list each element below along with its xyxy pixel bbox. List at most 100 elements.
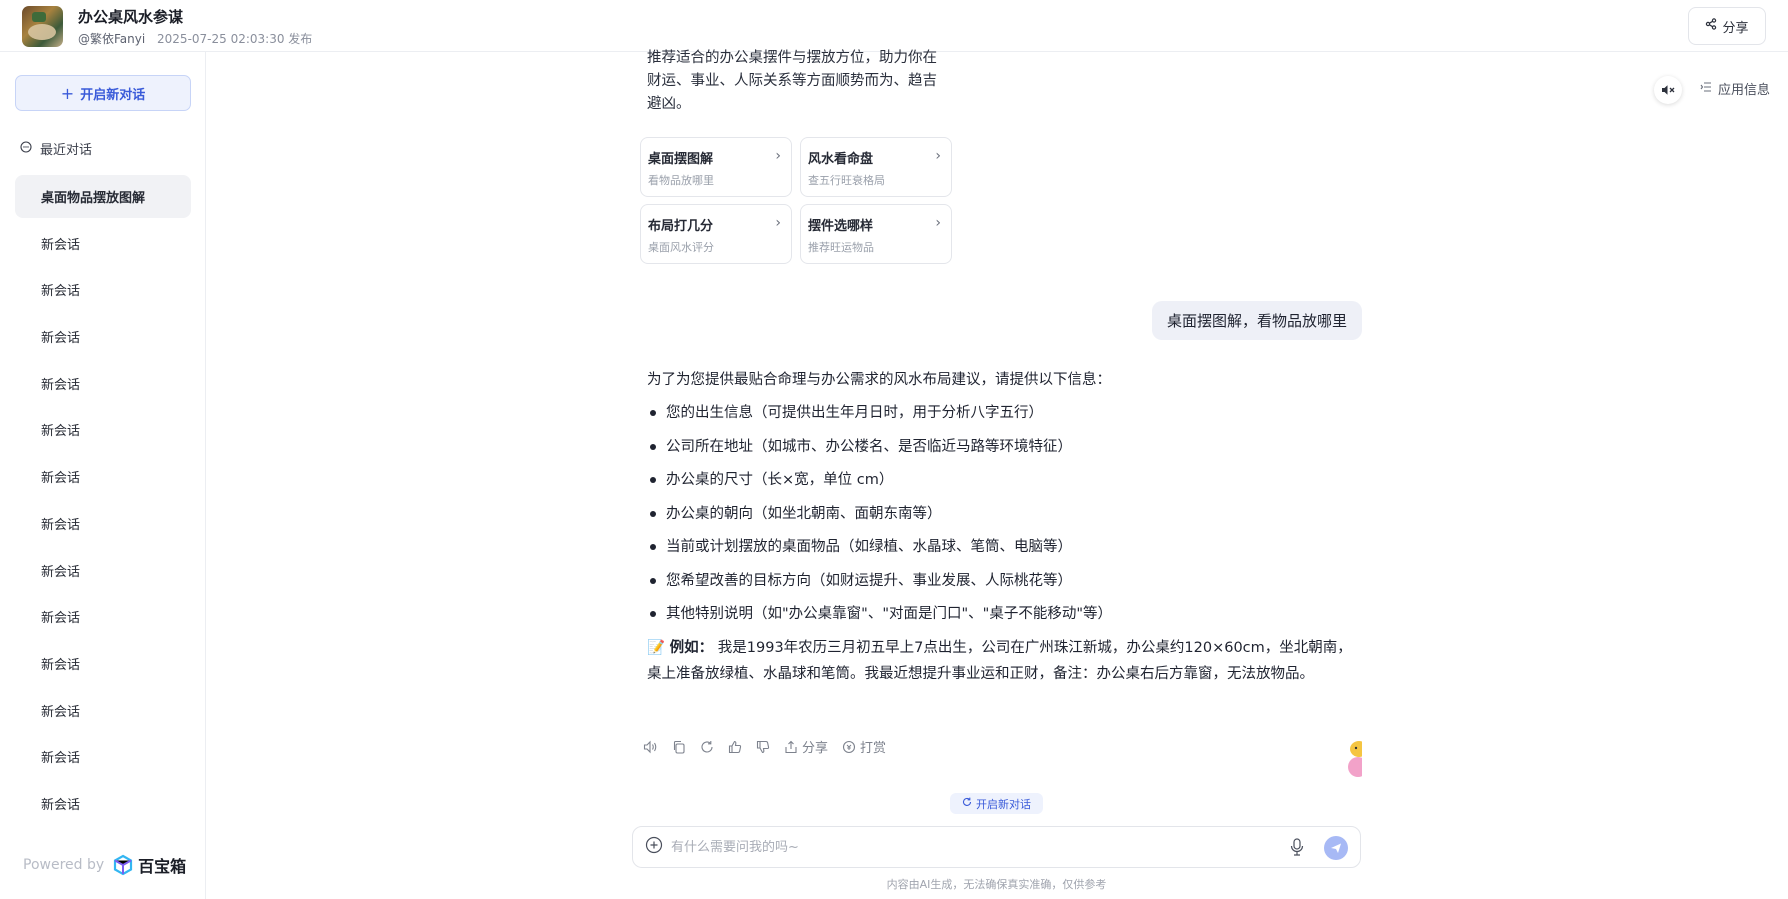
answer-list-item: 当前或计划摆放的桌面物品（如绿植、水晶球、笔筒、电脑等）	[647, 534, 1353, 560]
tip-button[interactable]: 打赏	[842, 737, 886, 756]
answer-list-item: 公司所在地址（如城市、办公楼名、是否临近马路等环境特征）	[647, 434, 1353, 460]
brand-name: 百宝箱	[138, 857, 187, 876]
answer-lead: 为了为您提供最贴合命理与办公需求的风水布局建议，请提供以下信息：	[647, 372, 1111, 388]
microphone-icon[interactable]	[1290, 838, 1304, 860]
share-label: 分享	[1722, 20, 1749, 36]
conversation-item[interactable]: 新会话	[15, 268, 191, 311]
refresh-chat-icon	[962, 797, 972, 810]
quick-action-card[interactable]: 桌面摆图解 看物品放哪里 ›	[640, 137, 792, 197]
quick-action-subtitle: 推荐旺运物品	[808, 241, 874, 254]
conversation-item[interactable]: 新会话	[15, 408, 191, 451]
conversation-item[interactable]: 新会话	[15, 642, 191, 685]
conversation-label: 新会话	[41, 424, 81, 440]
tip-label: 打赏	[860, 741, 887, 756]
chat-bubble-icon	[20, 140, 32, 157]
conversation-item[interactable]: 新会话	[15, 782, 191, 825]
thumbs-down-icon[interactable]	[756, 740, 770, 754]
add-attachment-icon[interactable]	[645, 836, 663, 858]
share-answer-label: 分享	[802, 741, 829, 756]
coin-icon	[842, 740, 856, 753]
conversation-label: 新会话	[41, 704, 81, 720]
thumbs-up-icon[interactable]	[728, 740, 742, 754]
publish-time: 2025-07-25 02:03:30 发布	[157, 32, 313, 46]
brand-cube-icon	[114, 854, 133, 876]
chevron-right-icon: ›	[935, 148, 941, 164]
mascot-image	[1343, 737, 1362, 781]
brand-logo[interactable]: 百宝箱	[112, 853, 186, 877]
speaker-icon[interactable]	[643, 740, 658, 754]
mute-button[interactable]	[1654, 76, 1682, 104]
quick-action-title: 摆件选哪样	[808, 219, 874, 234]
conversation-item[interactable]: 新会话	[15, 689, 191, 732]
list-icon	[1700, 81, 1712, 96]
speaker-muted-icon	[1661, 81, 1675, 100]
new-chat-chip-label: 开启新对话	[976, 797, 1031, 811]
quick-action-subtitle: 查五行旺衰格局	[808, 174, 885, 187]
quick-action-subtitle: 桌面风水评分	[648, 241, 714, 254]
chevron-right-icon: ›	[775, 148, 781, 164]
answer-example: 📝 例如： 我是1993年农历三月初五早上7点出生，公司在广州珠江新城，办公桌约…	[647, 635, 1353, 687]
app-avatar	[22, 6, 63, 47]
app-meta: @繁依Fanyi 2025-07-25 02:03:30 发布	[78, 30, 312, 47]
author-name[interactable]: @繁依Fanyi	[78, 32, 145, 46]
share-out-icon	[785, 740, 797, 753]
app-info-button[interactable]: 应用信息	[1700, 79, 1770, 98]
answer-list-item: 您希望改善的目标方向（如财运提升、事业发展、人际桃花等）	[647, 568, 1353, 594]
user-message: 桌面摆图解，看物品放哪里	[1152, 301, 1363, 340]
conversation-label: 新会话	[41, 237, 81, 253]
message-input[interactable]	[671, 839, 1251, 855]
recent-conversations-heading: 最近对话	[20, 139, 92, 158]
answer-list-item: 其他特别说明（如"办公桌靠窗"、"对面是门口"、"桌子不能移动"等）	[647, 601, 1353, 627]
conversation-label: 新会话	[41, 797, 81, 813]
conversation-label: 新会话	[41, 751, 81, 767]
quick-action-card[interactable]: 风水看命盘 查五行旺衰格局 ›	[800, 137, 952, 197]
ai-disclaimer: 内容由AI生成，无法确保真实准确，仅供参考	[886, 878, 1107, 891]
recent-label: 最近对话	[40, 143, 93, 158]
share-icon	[1705, 18, 1717, 34]
conversation-item[interactable]: 新会话	[15, 455, 191, 498]
conversation-label: 新会话	[41, 517, 81, 533]
intro-text: 推荐适合的办公桌摆件与摆放方位，助力你在财运、事业、人际关系等方面顺势而为、趋吉…	[647, 50, 937, 112]
conversation-list: 桌面物品摆放图解 新会话 新会话 新会话 新会话 新会话 新会话 新会话 新会话…	[15, 175, 191, 829]
share-answer-button[interactable]: 分享	[784, 737, 828, 756]
conversation-label: 新会话	[41, 331, 81, 347]
conversation-label: 新会话	[41, 471, 81, 487]
plus-icon: +	[60, 83, 75, 103]
quick-action-title: 桌面摆图解	[648, 152, 714, 167]
conversation-item[interactable]: 桌面物品摆放图解	[15, 175, 191, 218]
new-chat-button[interactable]: + 开启新对话	[15, 75, 191, 111]
memo-icon: 📝	[647, 639, 666, 656]
quick-action-title: 风水看命盘	[808, 152, 874, 167]
message-actions: 分享 打赏	[643, 737, 886, 756]
send-button[interactable]	[1324, 836, 1348, 860]
conversation-item[interactable]: 新会话	[15, 549, 191, 592]
answer-list-item: 您的出生信息（可提供出生年月日时，用于分析八字五行）	[647, 400, 1353, 426]
conversation-label: 新会话	[41, 284, 81, 300]
conversation-label: 新会话	[41, 611, 81, 627]
conversation-item[interactable]: 新会话	[15, 502, 191, 545]
message-input-box	[632, 826, 1361, 868]
quick-action-card[interactable]: 摆件选哪样 推荐旺运物品 ›	[800, 204, 952, 264]
quick-action-title: 布局打几分	[648, 219, 714, 234]
powered-by-label: Powered by	[23, 857, 105, 873]
conversation-item[interactable]: 新会话	[15, 595, 191, 638]
sidebar: + 开启新对话 最近对话 桌面物品摆放图解 新会话 新会话 新会话 新会话 新会…	[0, 52, 206, 899]
chevron-right-icon: ›	[935, 215, 941, 231]
example-text: 我是1993年农历三月初五早上7点出生，公司在广州珠江新城，办公桌约120×60…	[647, 639, 1352, 682]
new-chat-label: 开启新对话	[80, 87, 146, 103]
share-button[interactable]: 分享	[1688, 7, 1766, 45]
conversation-item[interactable]: 新会话	[15, 735, 191, 778]
conversation-label: 新会话	[41, 657, 81, 673]
conversation-item[interactable]: 新会话	[15, 362, 191, 405]
example-label: 例如：	[669, 639, 714, 656]
conversation-item[interactable]: 新会话	[15, 222, 191, 265]
new-chat-chip[interactable]: 开启新对话	[950, 793, 1043, 814]
conversation-item[interactable]: 新会话	[15, 315, 191, 358]
quick-action-card[interactable]: 布局打几分 桌面风水评分 ›	[640, 204, 792, 264]
answer-list-item: 办公桌的尺寸（长×宽，单位 cm）	[647, 467, 1353, 493]
powered-by: Powered by 百宝箱	[23, 853, 186, 877]
conversation-label: 新会话	[41, 564, 81, 580]
refresh-icon[interactable]	[700, 740, 714, 754]
copy-icon[interactable]	[672, 740, 686, 754]
quick-action-subtitle: 看物品放哪里	[648, 174, 714, 187]
